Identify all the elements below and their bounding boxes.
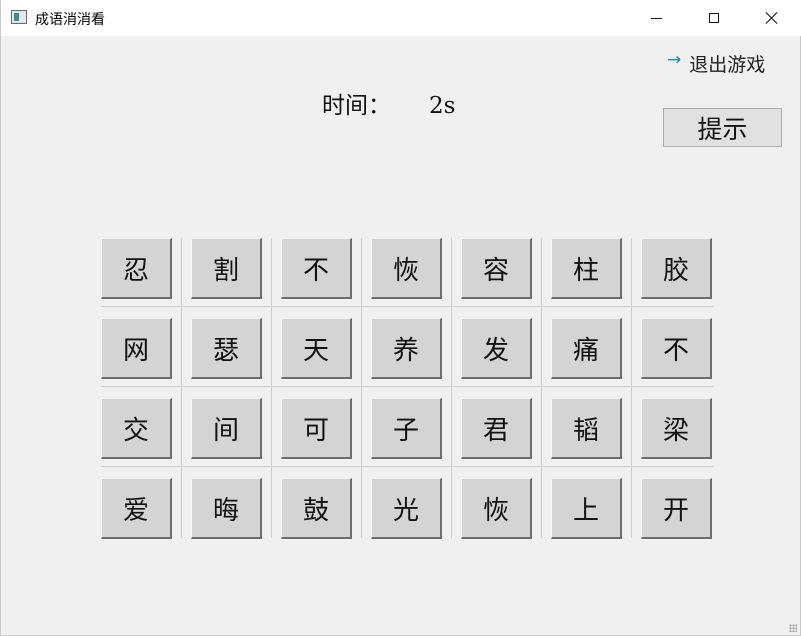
idiom-tile[interactable]: 天 [281, 318, 352, 379]
timer-display: 时间： 2s [322, 86, 455, 120]
idiom-tile[interactable]: 恢 [461, 478, 532, 539]
idiom-tile[interactable]: 痛 [551, 318, 622, 379]
minimize-button[interactable] [627, 0, 685, 36]
idiom-tile[interactable]: 恢 [371, 238, 442, 299]
board-row-divider [101, 466, 713, 467]
app-icon [11, 10, 27, 24]
idiom-tile[interactable]: 容 [461, 238, 532, 299]
hint-button[interactable]: 提示 [663, 108, 782, 147]
title-bar: 成语消消看 [1, 0, 801, 36]
idiom-tile[interactable]: 开 [641, 478, 712, 539]
board-row-divider [101, 306, 713, 307]
idiom-tile[interactable]: 子 [371, 398, 442, 459]
idiom-tile[interactable]: 网 [101, 318, 172, 379]
timer-value: 2s [429, 93, 456, 119]
board-row-divider [101, 386, 713, 387]
idiom-tile[interactable]: 光 [371, 478, 442, 539]
idiom-tile[interactable]: 鼓 [281, 478, 352, 539]
board-column-divider [451, 238, 452, 538]
idiom-tile[interactable]: 梁 [641, 398, 712, 459]
timer-label: 时间： [322, 93, 391, 119]
game-window: 成语消消看 → 退出游戏 时间： 2s 提示 忍割不恢容柱胶网瑟天养发痛不交间可子… [0, 0, 801, 636]
idiom-tile[interactable]: 割 [191, 238, 262, 299]
idiom-tile[interactable]: 瑟 [191, 318, 262, 379]
idiom-tile[interactable]: 交 [101, 398, 172, 459]
idiom-tile[interactable]: 上 [551, 478, 622, 539]
idiom-tile[interactable]: 不 [641, 318, 712, 379]
idiom-tile[interactable]: 韬 [551, 398, 622, 459]
board-column-divider [271, 238, 272, 538]
idiom-tile[interactable]: 君 [461, 398, 532, 459]
idiom-tile[interactable]: 间 [191, 398, 262, 459]
board-column-divider [541, 238, 542, 538]
idiom-tile[interactable]: 柱 [551, 238, 622, 299]
window-title: 成语消消看 [35, 12, 105, 28]
maximize-icon [709, 13, 719, 23]
exit-game-label: 退出游戏 [689, 53, 766, 76]
close-button[interactable] [743, 0, 801, 36]
board-column-divider [361, 238, 362, 538]
minimize-icon [650, 17, 662, 19]
board-column-divider [181, 238, 182, 538]
idiom-tile[interactable]: 发 [461, 318, 532, 379]
idiom-tile[interactable]: 爱 [101, 478, 172, 539]
idiom-tile[interactable]: 不 [281, 238, 352, 299]
idiom-tile[interactable]: 可 [281, 398, 352, 459]
maximize-button[interactable] [685, 0, 743, 36]
idiom-tile[interactable]: 晦 [191, 478, 262, 539]
idiom-tile[interactable]: 忍 [101, 238, 172, 299]
idiom-tile[interactable]: 胶 [641, 238, 712, 299]
resize-grip-icon[interactable] [789, 624, 797, 632]
idiom-tile[interactable]: 养 [371, 318, 442, 379]
exit-game-link[interactable]: → 退出游戏 [667, 50, 765, 76]
idiom-tile-board: 忍割不恢容柱胶网瑟天养发痛不交间可子君韬梁爱晦鼓光恢上开 [101, 238, 721, 539]
close-icon [765, 11, 779, 25]
arrow-right-icon: → [667, 50, 682, 70]
board-column-divider [631, 238, 632, 538]
